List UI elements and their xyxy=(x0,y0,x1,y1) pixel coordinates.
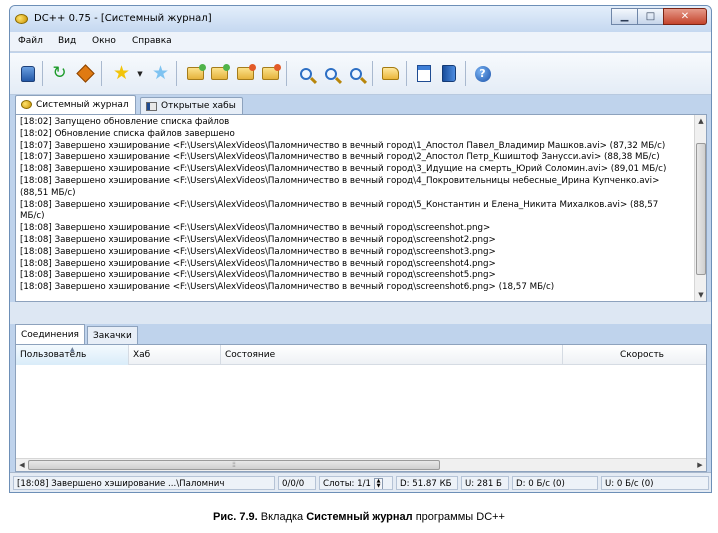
scroll-up-icon[interactable]: ▲ xyxy=(695,115,707,127)
status-slots: Слоты: 1/1 ▲ ▼ xyxy=(319,476,393,490)
adl-search-icon[interactable] xyxy=(321,64,340,83)
table-header: ▲ Пользователь Хаб Состояние Скорость xyxy=(16,345,706,365)
log-line: [18:07] Завершено хэширование <F:\Users\… xyxy=(20,140,666,151)
system-log-icon[interactable] xyxy=(439,64,458,83)
toolbar-separator xyxy=(101,61,102,86)
hubs-tab-icon xyxy=(146,102,157,111)
notepad-icon[interactable] xyxy=(414,64,433,83)
toolbar-separator xyxy=(372,61,373,86)
system-log-panel[interactable]: [18:02] Запущено обновление списка файло… xyxy=(15,114,707,302)
log-line: [18:08] Завершено хэширование <F:\Users\… xyxy=(20,258,496,269)
search-icon[interactable] xyxy=(296,64,315,83)
dcpp-app-icon xyxy=(15,14,28,24)
log-line: [18:08] Завершено хэширование <F:\Users\… xyxy=(20,164,667,175)
toolbar-separator xyxy=(465,61,466,86)
search-spy-icon[interactable] xyxy=(346,64,365,83)
help-icon[interactable]: ? xyxy=(473,64,492,83)
window-title: DC++ 0.75 - [Системный журнал] xyxy=(34,13,212,24)
log-line: [18:08] Завершено хэширование <F:\Users\… xyxy=(20,175,660,186)
toolbar-separator xyxy=(42,61,43,86)
reconnect-icon[interactable] xyxy=(76,64,95,83)
open-filelist-icon[interactable] xyxy=(381,64,400,83)
log-line: [18:02] Запущено обновление списка файло… xyxy=(20,117,230,127)
system-log-tab-icon xyxy=(21,100,32,109)
log-line: [18:02] Обновление списка файлов заверше… xyxy=(20,128,235,139)
menu-help[interactable]: Справка xyxy=(132,36,172,46)
mdi-tab-strip: Системный журнал Открытые хабы xyxy=(10,95,711,114)
menu-view[interactable]: Вид xyxy=(58,36,76,46)
log-line: [18:08] Завершено хэширование <F:\Users\… xyxy=(20,223,491,234)
menu-window[interactable]: Окно xyxy=(92,36,116,46)
refresh-icon[interactable]: ↻ xyxy=(50,64,69,83)
log-line: [18:08] Завершено хэширование <F:\Users\… xyxy=(20,199,659,210)
scroll-down-icon[interactable]: ▼ xyxy=(695,289,707,301)
log-lines: [18:02] Запущено обновление списка файло… xyxy=(20,117,692,294)
toolbar-separator xyxy=(176,61,177,86)
dcpp-window: DC++ 0.75 - [Системный журнал] ▁ □ ✕ Фай… xyxy=(9,5,712,493)
menu-bar: Файл Вид Окно Справка xyxy=(10,32,711,52)
download-queue-icon[interactable] xyxy=(186,64,206,83)
status-uploaded: U: 281 Б xyxy=(461,476,509,490)
log-line: МБ/с) xyxy=(20,211,45,222)
title-bar[interactable]: DC++ 0.75 - [Системный журнал] ▁ □ ✕ xyxy=(10,6,711,32)
favorite-hubs-icon[interactable]: ★ xyxy=(112,64,131,83)
tab-connections[interactable]: Соединения xyxy=(15,324,85,344)
tab-system-log[interactable]: Системный журнал xyxy=(15,95,136,114)
connections-table: ▲ Пользователь Хаб Состояние Скорость ◀ … xyxy=(15,344,707,472)
scroll-left-icon[interactable]: ◀ xyxy=(16,459,28,471)
log-line: [18:07] Завершено хэширование <F:\Users\… xyxy=(20,152,660,163)
transfer-tab-strip: Соединения Закачки xyxy=(15,324,711,344)
toolbar-separator xyxy=(406,61,407,86)
users-icon[interactable] xyxy=(18,64,37,83)
upload-queue-icon[interactable] xyxy=(236,64,256,83)
toolbar: ↻ ★ ▼ ★ ? xyxy=(10,53,711,95)
tab-open-hubs[interactable]: Открытые хабы xyxy=(140,97,243,114)
log-line: (88,51 МБ/с) xyxy=(20,187,76,198)
column-speed[interactable]: Скорость xyxy=(563,345,709,365)
maximize-button[interactable]: □ xyxy=(637,8,664,25)
table-horizontal-scrollbar[interactable]: ◀ ⦙⦙ ▶ xyxy=(16,458,706,471)
log-line: [18:08] Завершено хэширование <F:\Users\… xyxy=(20,246,496,257)
status-bar: [18:08] Завершено хэширование ...\Паломн… xyxy=(10,472,711,492)
status-message: [18:08] Завершено хэширование ...\Паломн… xyxy=(13,476,275,490)
column-hub[interactable]: Хаб xyxy=(129,345,221,365)
minimize-button[interactable]: ▁ xyxy=(611,8,638,25)
toolbar-separator xyxy=(286,61,287,86)
status-downloaded: D: 51.87 КБ xyxy=(396,476,458,490)
figure-caption: Рис. 7.9. Вкладка Системный журнал прогр… xyxy=(213,511,505,523)
finished-uploads-icon[interactable] xyxy=(261,64,281,83)
close-button[interactable]: ✕ xyxy=(663,8,707,25)
slots-spinner[interactable]: ▲ ▼ xyxy=(374,477,383,489)
menu-file[interactable]: Файл xyxy=(18,36,43,46)
log-line: [18:08] Завершено хэширование <F:\Users\… xyxy=(20,270,496,281)
column-user[interactable]: ▲ Пользователь xyxy=(16,345,129,365)
window-controls: ▁ □ ✕ xyxy=(611,8,707,25)
column-status[interactable]: Состояние xyxy=(221,345,563,365)
tab-label: Открытые хабы xyxy=(161,101,236,111)
log-vertical-scrollbar[interactable]: ▲ ▼ xyxy=(694,115,706,301)
status-upload-speed: U: 0 Б/с (0) xyxy=(601,476,709,490)
status-hubs: 0/0/0 xyxy=(278,476,316,490)
log-line: [18:08] Завершено хэширование <F:\Users\… xyxy=(20,282,555,293)
scroll-thumb[interactable]: ⦙⦙ xyxy=(28,460,440,470)
log-line: [18:08] Завершено хэширование <F:\Users\… xyxy=(20,234,496,245)
panel-splitter[interactable] xyxy=(10,302,711,324)
tab-downloads[interactable]: Закачки xyxy=(87,326,138,344)
status-download-speed: D: 0 Б/с (0) xyxy=(512,476,598,490)
finished-downloads-icon[interactable] xyxy=(210,64,230,83)
tab-label: Системный журнал xyxy=(36,100,129,110)
scroll-thumb[interactable] xyxy=(696,143,706,275)
scroll-right-icon[interactable]: ▶ xyxy=(694,459,706,471)
favorite-users-icon[interactable]: ★ xyxy=(151,64,170,83)
dropdown-arrow-icon[interactable]: ▼ xyxy=(135,64,145,83)
